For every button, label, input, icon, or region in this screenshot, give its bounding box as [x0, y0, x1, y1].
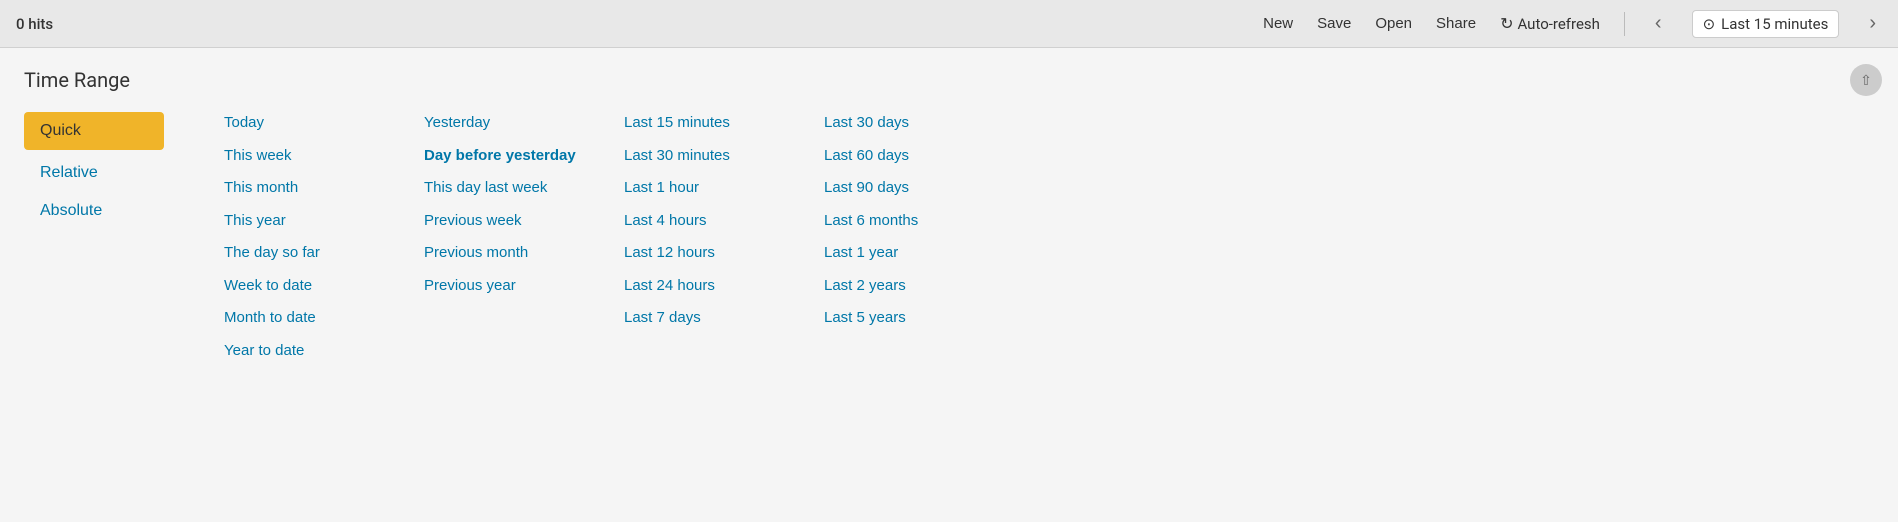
quick-link-quick_col3-6[interactable]: Last 7 days	[624, 307, 784, 330]
time-range-label: Last 15 minutes	[1721, 15, 1828, 33]
quick-nav-item[interactable]: Quick	[24, 112, 164, 150]
quick-link-quick_col1-4[interactable]: The day so far	[224, 242, 384, 265]
prev-time-button[interactable]: ‹	[1649, 10, 1668, 37]
panel-title: Time Range	[24, 68, 1874, 92]
time-range-panel: Time Range Quick Relative Absolute Today…	[0, 48, 1898, 382]
quick-link-quick_col1-7[interactable]: Year to date	[224, 340, 384, 363]
toolbar-actions: New Save Open Share ↻ Auto-refresh ‹ ⊙ L…	[1263, 10, 1882, 38]
quick-link-quick_col4-6[interactable]: Last 5 years	[824, 307, 984, 330]
quick-link-quick_col1-3[interactable]: This year	[224, 210, 384, 233]
refresh-icon: ↻	[1500, 14, 1513, 33]
quick-link-quick_col2-4[interactable]: Previous month	[424, 242, 584, 265]
quick-link-quick_col4-1[interactable]: Last 60 days	[824, 145, 984, 168]
quick-link-quick_col1-0[interactable]: Today	[224, 112, 384, 135]
quick-link-quick_col2-3[interactable]: Previous week	[424, 210, 584, 233]
quick-col-4: Last 30 days Last 60 days Last 90 days Last…	[804, 112, 1004, 362]
quick-col-1: Today This week This month This year The day…	[204, 112, 404, 362]
quick-link-quick_col1-2[interactable]: This month	[224, 177, 384, 200]
quick-link-quick_col2-1[interactable]: Day before yesterday	[424, 145, 584, 168]
next-time-button[interactable]: ›	[1863, 10, 1882, 37]
quick-link-quick_col4-5[interactable]: Last 2 years	[824, 275, 984, 298]
quick-link-quick_col4-0[interactable]: Last 30 days	[824, 112, 984, 135]
quick-link-quick_col3-5[interactable]: Last 24 hours	[624, 275, 784, 298]
quick-link-quick_col4-2[interactable]: Last 90 days	[824, 177, 984, 200]
quick-link-quick_col2-5[interactable]: Previous year	[424, 275, 584, 298]
hits-count: 0 hits	[16, 15, 53, 33]
quick-link-quick_col3-0[interactable]: Last 15 minutes	[624, 112, 784, 135]
open-button[interactable]: Open	[1375, 15, 1412, 32]
auto-refresh-label: Auto-refresh	[1517, 15, 1599, 33]
relative-nav-item[interactable]: Relative	[24, 158, 188, 188]
scroll-up-button[interactable]: ⇧	[1850, 64, 1882, 96]
auto-refresh-button[interactable]: ↻ Auto-refresh	[1500, 14, 1600, 33]
absolute-nav-item[interactable]: Absolute	[24, 196, 188, 226]
toolbar: 0 hits New Save Open Share ↻ Auto-refres…	[0, 0, 1898, 48]
quick-link-quick_col2-2[interactable]: This day last week	[424, 177, 584, 200]
quick-link-quick_col1-6[interactable]: Month to date	[224, 307, 384, 330]
quick-col-2: Yesterday Day before yesterday This day la…	[404, 112, 604, 362]
time-range-picker[interactable]: ⊙ Last 15 minutes	[1692, 10, 1840, 38]
quick-link-quick_col3-2[interactable]: Last 1 hour	[624, 177, 784, 200]
quick-link-quick_col4-4[interactable]: Last 1 year	[824, 242, 984, 265]
quick-link-quick_col4-3[interactable]: Last 6 months	[824, 210, 984, 233]
new-button[interactable]: New	[1263, 15, 1293, 32]
quick-link-quick_col2-0[interactable]: Yesterday	[424, 112, 584, 135]
quick-link-quick_col1-1[interactable]: This week	[224, 145, 384, 168]
save-button[interactable]: Save	[1317, 15, 1351, 32]
panel-wrapper: Time Range Quick Relative Absolute Today…	[0, 48, 1898, 382]
share-button[interactable]: Share	[1436, 15, 1476, 32]
quick-link-quick_col3-4[interactable]: Last 12 hours	[624, 242, 784, 265]
quick-link-quick_col3-1[interactable]: Last 30 minutes	[624, 145, 784, 168]
panel-body: Quick Relative Absolute Today This week Th…	[24, 112, 1874, 362]
quick-options: Today This week This month This year The day…	[204, 112, 1874, 362]
clock-icon: ⊙	[1703, 15, 1716, 33]
toolbar-divider	[1624, 12, 1625, 36]
left-nav: Quick Relative Absolute	[24, 112, 204, 362]
quick-col-3: Last 15 minutes Last 30 minutes Last 1 hou…	[604, 112, 804, 362]
quick-link-quick_col3-3[interactable]: Last 4 hours	[624, 210, 784, 233]
quick-link-quick_col1-5[interactable]: Week to date	[224, 275, 384, 298]
